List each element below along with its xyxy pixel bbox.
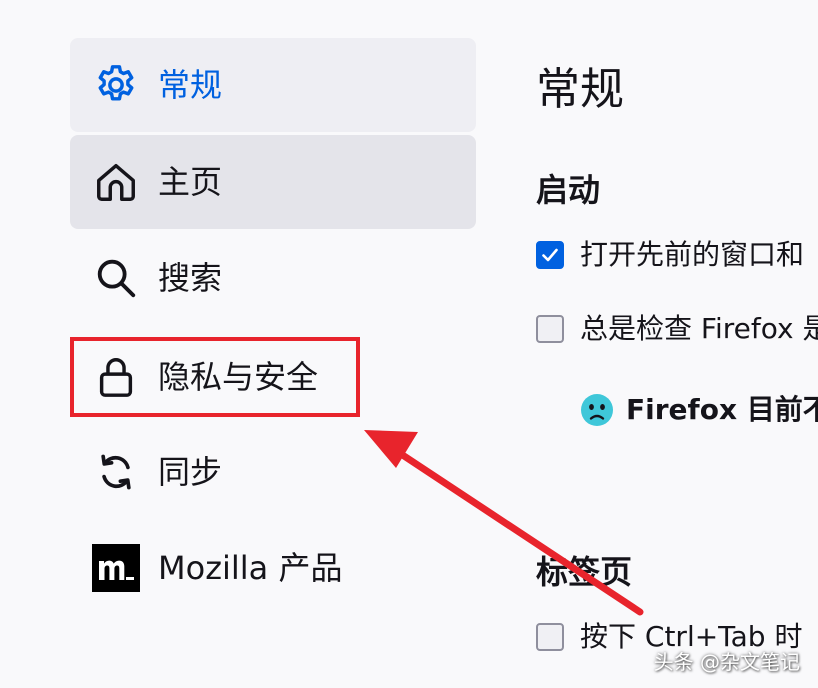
section-heading-tabs: 标签页 bbox=[536, 553, 633, 591]
section-heading-startup: 启动 bbox=[536, 171, 601, 209]
sidebar-item-general[interactable]: 常规 bbox=[70, 38, 476, 132]
default-browser-status-text: Firefox 目前不 bbox=[626, 393, 818, 426]
home-icon bbox=[92, 158, 140, 206]
sidebar-item-sync[interactable]: 同步 bbox=[70, 425, 476, 519]
sync-icon bbox=[92, 448, 140, 496]
sidebar-item-mozilla-products[interactable]: Mozilla 产品 bbox=[70, 521, 476, 615]
sidebar-item-label: 同步 bbox=[158, 453, 223, 491]
default-browser-label: 总是检查 Firefox 是 bbox=[580, 312, 818, 345]
sidebar-item-privacy-security[interactable]: 隐私与安全 bbox=[70, 330, 476, 424]
restore-session-label: 打开先前的窗口和 bbox=[580, 238, 805, 271]
sidebar-item-label: 常规 bbox=[158, 66, 223, 104]
default-browser-checkbox[interactable] bbox=[536, 315, 564, 343]
default-browser-option[interactable]: 总是检查 Firefox 是 bbox=[536, 312, 818, 346]
lock-icon bbox=[92, 353, 140, 401]
settings-sidebar: 常规 主页 搜索 隐私与安全 同步 Mozilla 产品 bbox=[0, 0, 500, 688]
page-title: 常规 bbox=[536, 64, 624, 115]
gear-icon bbox=[92, 61, 140, 109]
search-icon bbox=[92, 254, 140, 302]
sidebar-item-label: 主页 bbox=[158, 163, 223, 201]
restore-session-checkbox[interactable] bbox=[536, 241, 564, 269]
sidebar-item-label: Mozilla 产品 bbox=[158, 549, 343, 587]
ctrl-tab-option[interactable]: 按下 Ctrl+Tab 时 bbox=[536, 620, 802, 654]
firefox-settings-page: 常规 主页 搜索 隐私与安全 同步 Mozilla 产品 常规 启动 打开先前的… bbox=[0, 0, 818, 688]
default-browser-status: Firefox 目前不 bbox=[580, 390, 818, 430]
sidebar-item-search[interactable]: 搜索 bbox=[70, 231, 476, 325]
restore-session-option[interactable]: 打开先前的窗口和 bbox=[536, 238, 804, 272]
mozilla-logo-icon bbox=[92, 544, 140, 592]
ctrl-tab-checkbox[interactable] bbox=[536, 623, 564, 651]
sidebar-item-label: 隐私与安全 bbox=[158, 358, 319, 396]
watermark-text: 头条 @杂文笔记 bbox=[653, 650, 800, 674]
settings-main-panel: 常规 启动 打开先前的窗口和 总是检查 Firefox 是 Firefox 目前… bbox=[500, 0, 818, 688]
sad-face-icon bbox=[581, 394, 613, 426]
sidebar-item-home[interactable]: 主页 bbox=[70, 135, 476, 229]
sidebar-item-label: 搜索 bbox=[158, 259, 223, 297]
ctrl-tab-label: 按下 Ctrl+Tab 时 bbox=[580, 620, 803, 653]
checkmark-icon bbox=[542, 248, 558, 262]
